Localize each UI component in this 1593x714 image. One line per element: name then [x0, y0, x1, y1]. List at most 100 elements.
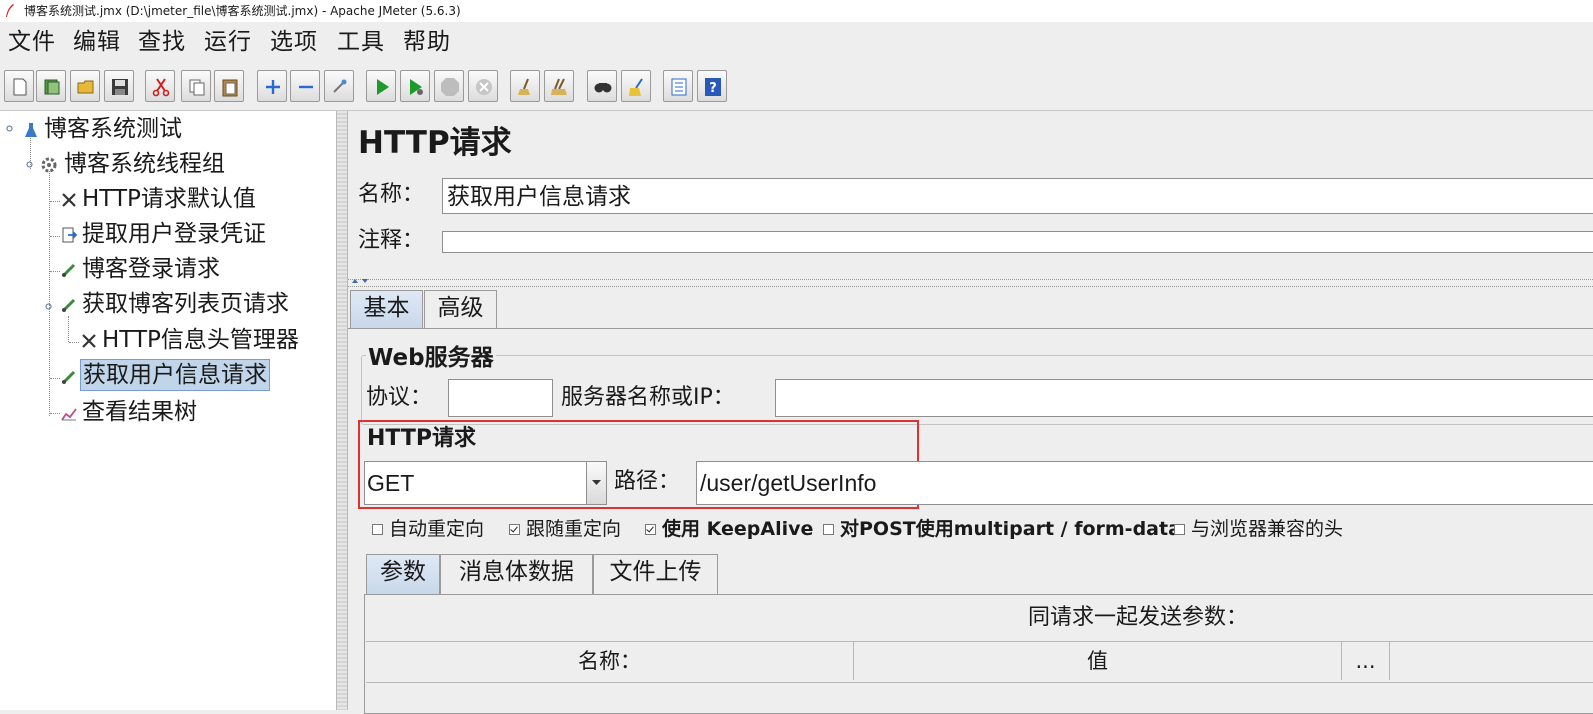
help-button[interactable]: ? — [697, 70, 727, 102]
column-header-value[interactable]: 值 — [854, 642, 1342, 680]
copy-icon — [189, 79, 205, 96]
column-header-more[interactable]: ... — [1342, 642, 1390, 680]
function-helper-icon — [671, 78, 687, 96]
clear-all-icon — [551, 78, 567, 95]
name-label: 名称： — [358, 182, 425, 207]
method-value: GET — [367, 470, 415, 496]
tab-body-data[interactable]: 消息体数据 — [440, 554, 593, 594]
tree-connector — [49, 171, 50, 416]
search-button[interactable] — [587, 70, 617, 102]
multipart-checkbox[interactable] — [823, 524, 834, 535]
new-button[interactable] — [4, 70, 34, 102]
svg-text:?: ? — [709, 81, 717, 96]
auto-redirect-checkbox[interactable] — [372, 524, 383, 535]
title-bar: 博客系统测试.jmx (D:\jmeter_file\博客系统测试.jmx) -… — [0, 0, 1593, 22]
search-icon — [594, 83, 612, 93]
menu-help[interactable]: 帮助 — [403, 26, 451, 58]
tab-file-upload[interactable]: 文件上传 — [593, 554, 718, 594]
option-label: 使用 KeepAlive — [662, 518, 814, 540]
panel-title: HTTP请求 — [358, 125, 512, 161]
config-element-icon — [62, 193, 76, 207]
tab-parameters[interactable]: 参数 — [366, 554, 440, 594]
tree-connector — [68, 316, 69, 342]
method-select[interactable]: GET — [364, 461, 607, 505]
panel-splitter[interactable] — [337, 111, 348, 710]
paste-icon — [222, 79, 238, 97]
tab-advanced[interactable]: 高级 — [424, 290, 497, 328]
menu-file[interactable]: 文件 — [8, 26, 56, 58]
clear-icon — [518, 78, 530, 95]
section-divider[interactable] — [348, 279, 1593, 287]
cut-button[interactable] — [145, 70, 175, 102]
function-helper-button[interactable] — [663, 70, 693, 102]
collapse-toggle-icon[interactable] — [45, 303, 52, 310]
column-header-name[interactable]: 名称： — [366, 642, 854, 680]
tree-node-label: 博客系统测试 — [44, 116, 182, 142]
option-label: 与浏览器兼容的头 — [1191, 518, 1344, 540]
start-no-pause-button[interactable] — [400, 70, 430, 102]
paste-button[interactable] — [214, 70, 244, 102]
tree-node-label: 查看结果树 — [82, 399, 197, 425]
clear-button[interactable] — [510, 70, 540, 102]
toolbar: ? — [0, 64, 1593, 111]
path-label: 路径： — [614, 469, 681, 494]
collapse-toggle-icon[interactable] — [26, 161, 33, 168]
name-field[interactable]: 获取用户信息请求 — [442, 178, 1593, 214]
listener-icon — [61, 408, 77, 421]
sampler-icon — [61, 298, 76, 313]
collapse-toggle-icon[interactable] — [6, 125, 13, 132]
protocol-label: 协议： — [366, 385, 433, 410]
open-icon — [77, 80, 94, 94]
toggle-button[interactable] — [324, 70, 354, 102]
save-icon — [112, 79, 128, 95]
expand-all-button[interactable] — [257, 70, 287, 102]
menu-bar: 文件 编辑 查找 运行 选项 工具 帮助 — [0, 22, 1593, 62]
method-dropdown-button[interactable] — [586, 462, 606, 504]
option-label: 对POST使用multipart / form-data — [840, 518, 1181, 540]
keepalive-checkbox[interactable] — [645, 524, 656, 535]
menu-search[interactable]: 查找 — [138, 26, 186, 58]
menu-tools[interactable]: 工具 — [337, 26, 385, 58]
tree-connector — [50, 201, 60, 202]
thread-group-icon — [41, 157, 57, 173]
stop-button[interactable] — [434, 70, 464, 102]
sampler-icon — [61, 263, 76, 278]
menu-edit[interactable]: 编辑 — [73, 26, 121, 58]
server-name-field[interactable] — [775, 379, 1593, 417]
path-field[interactable]: /user/getUserInfo — [696, 461, 1593, 505]
option-label: 自动重定向 — [389, 518, 485, 540]
parameters-caption: 同请求一起发送参数： — [1028, 605, 1249, 630]
reset-search-button[interactable] — [621, 70, 651, 102]
tree-node-label: 获取用户信息请求 — [80, 359, 270, 391]
copy-button[interactable] — [181, 70, 211, 102]
start-no-pause-icon — [410, 79, 423, 95]
tree-node-label: 提取用户登录凭证 — [82, 221, 266, 247]
help-icon: ? — [705, 78, 721, 96]
follow-redirect-checkbox[interactable] — [509, 524, 520, 535]
open-button[interactable] — [70, 70, 100, 102]
browser-headers-checkbox[interactable] — [1174, 524, 1185, 535]
server-name-label: 服务器名称或IP： — [561, 385, 735, 410]
protocol-field[interactable] — [448, 379, 553, 417]
extractor-icon — [62, 227, 78, 243]
comment-label: 注释： — [358, 228, 425, 253]
tab-baseline — [348, 328, 1593, 329]
templates-button[interactable] — [36, 70, 66, 102]
shutdown-button[interactable] — [468, 70, 498, 102]
menu-options[interactable]: 选项 — [270, 26, 318, 58]
clear-all-button[interactable] — [544, 70, 574, 102]
start-icon — [377, 79, 389, 95]
http-request-legend: HTTP请求 — [367, 426, 477, 451]
templates-icon — [44, 79, 60, 95]
tab-basic[interactable]: 基本 — [350, 290, 423, 328]
save-button[interactable] — [104, 70, 134, 102]
comment-field[interactable] — [442, 231, 1593, 253]
expand-icon — [266, 80, 280, 94]
tree-connector — [50, 413, 60, 414]
collapse-all-button[interactable] — [290, 70, 320, 102]
divider-arrows-icon[interactable] — [350, 276, 372, 286]
http-request-panel: HTTP请求 名称： 获取用户信息请求 注释： 基本 高级 Web服务器 协议：… — [348, 111, 1593, 714]
start-button[interactable] — [366, 70, 396, 102]
menu-run[interactable]: 运行 — [204, 26, 252, 58]
web-server-legend: Web服务器 — [366, 343, 496, 373]
